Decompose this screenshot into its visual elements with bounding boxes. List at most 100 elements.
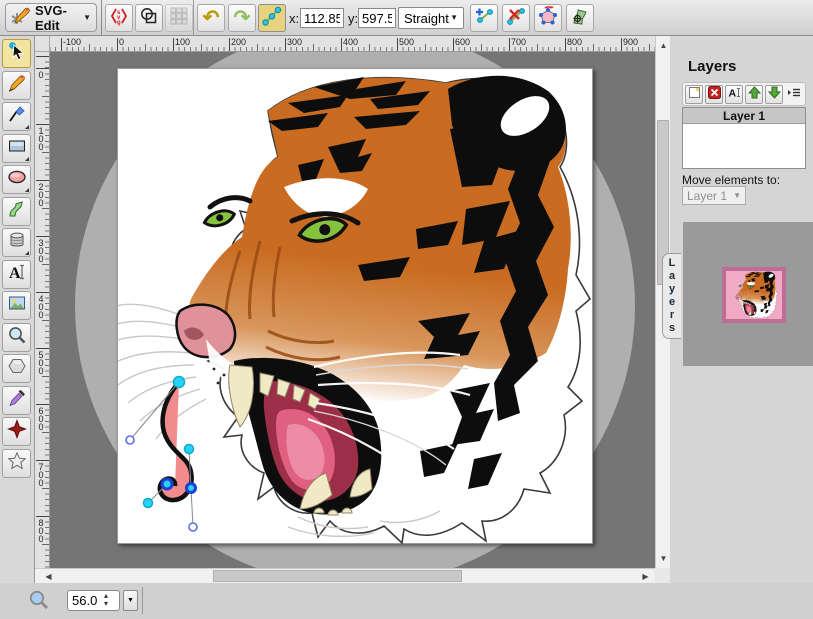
ruler-left-label: 300: [36, 238, 46, 262]
path-node[interactable]: [174, 377, 185, 388]
zoom-spinner[interactable]: ▴ ▾: [104, 592, 108, 608]
zoom-preset-dropdown[interactable]: ▼: [123, 590, 138, 611]
tool-polygon[interactable]: [2, 354, 31, 383]
control-handle[interactable]: [189, 523, 197, 531]
delete-layer-icon: [708, 86, 721, 102]
tool-image[interactable]: [2, 291, 31, 320]
move-elements-select[interactable]: Layer 1 ▼: [682, 186, 746, 205]
image-icon: [7, 293, 27, 318]
ruler-top-label: 900: [623, 37, 638, 47]
ruler-corner: [35, 36, 50, 52]
drawing-thumbnail[interactable]: [722, 267, 786, 323]
horizontal-scroll-thumb[interactable]: [213, 570, 462, 582]
scroll-down-arrow[interactable]: ▼: [656, 551, 671, 566]
path-node-selected[interactable]: [162, 479, 172, 489]
tool-star5[interactable]: [2, 449, 31, 478]
ruler-top-label: -100: [63, 37, 81, 47]
scroll-up-arrow[interactable]: ▲: [656, 38, 671, 53]
rename-layer-button[interactable]: A: [725, 85, 743, 104]
toolbar-separator: [193, 0, 194, 36]
layers-panel-tab[interactable]: Layers: [662, 253, 681, 339]
pencil-icon: [7, 73, 27, 98]
horizontal-scrollbar[interactable]: ◀ ▶: [35, 568, 655, 583]
tool-star4[interactable]: [2, 417, 31, 446]
ruler-top-label: 200: [231, 37, 246, 47]
ruler-top-label: 300: [287, 37, 302, 47]
tiger-drawing: [118, 69, 594, 545]
ruler-left-label: 100: [36, 126, 46, 150]
grid-button[interactable]: [165, 4, 193, 32]
move-layer-up-button[interactable]: [745, 85, 763, 104]
ruler-horizontal: -10001002003004005006007008009001000: [50, 36, 655, 52]
link-control-points-toggle[interactable]: [258, 4, 286, 32]
tool-text[interactable]: A: [2, 260, 31, 289]
move-layer-down-button[interactable]: [765, 85, 783, 104]
layer-more-options-button[interactable]: [785, 85, 803, 104]
tool-shape-library[interactable]: [2, 228, 31, 257]
tool-zoom[interactable]: [2, 323, 31, 352]
scroll-right-arrow[interactable]: ▶: [638, 569, 653, 584]
svg-text:g: g: [117, 20, 121, 26]
delete-node-button[interactable]: [502, 4, 530, 32]
ruler-top-label: 0: [119, 37, 124, 47]
layer-row-active[interactable]: Layer 1: [683, 108, 805, 124]
open-close-path-button[interactable]: [534, 4, 562, 32]
control-handle[interactable]: [126, 436, 134, 444]
tool-line[interactable]: [2, 102, 31, 131]
undo-icon: ↶: [203, 8, 220, 28]
tool-rect[interactable]: [2, 134, 31, 163]
y-coordinate-input[interactable]: [358, 8, 396, 28]
tool-eyedropper[interactable]: [2, 386, 31, 415]
ruler-left-label: 0: [36, 70, 46, 78]
ruler-top-label: 700: [511, 37, 526, 47]
svgedit-logo-icon: [11, 5, 31, 30]
ruler-left-label: 800: [36, 518, 46, 542]
control-handle[interactable]: [144, 499, 153, 508]
magnifier-icon: [7, 325, 27, 350]
path-edit-overlay: [126, 377, 197, 532]
star-icon: [7, 451, 27, 476]
path-node[interactable]: [185, 445, 194, 454]
redo-button[interactable]: ↷: [228, 4, 256, 32]
ruler-left-label: 600: [36, 406, 46, 430]
grid-icon: [169, 6, 189, 31]
layer-buttons-strip: A: [682, 82, 806, 106]
scroll-left-arrow[interactable]: ◀: [41, 569, 56, 584]
line-pen-icon: [7, 104, 27, 129]
svg-canvas[interactable]: [117, 68, 593, 544]
add-node-button[interactable]: [470, 4, 498, 32]
tool-select[interactable]: [2, 39, 31, 68]
ruler-top-label: 600: [455, 37, 470, 47]
x-coordinate-input[interactable]: [300, 8, 344, 28]
ellipse-icon: [7, 167, 27, 192]
tool-path[interactable]: [2, 197, 31, 226]
layers-panel-title: Layers: [688, 58, 736, 75]
undo-button[interactable]: ↶: [197, 4, 225, 32]
edit-source-button[interactable]: s v g: [105, 4, 133, 32]
y-coordinate-label: y:: [348, 11, 358, 26]
main-menu-label: SVG-Edit: [35, 3, 79, 33]
delete-node-icon: [506, 6, 526, 31]
zoom-level-input[interactable]: [67, 590, 120, 611]
workarea[interactable]: [50, 52, 655, 568]
text-tool-icon: A: [7, 262, 27, 287]
tool-pencil[interactable]: [2, 71, 31, 100]
path-node-selected[interactable]: [187, 484, 196, 493]
x-coordinate-label: x:: [289, 11, 299, 26]
spinner-down-icon[interactable]: ▾: [104, 600, 108, 608]
down-arrow-icon: [768, 86, 781, 102]
ruler-top-label: 500: [399, 37, 414, 47]
toolbar-separator: [101, 0, 102, 36]
bottombar-separator: [142, 587, 143, 614]
layers-tab-label: Layers: [666, 257, 678, 335]
move-elements-label: Move elements to:: [682, 173, 780, 187]
segment-type-value: Straight: [404, 11, 449, 26]
wireframe-mode-button[interactable]: [135, 4, 163, 32]
convert-to-path-button[interactable]: [566, 4, 594, 32]
new-layer-button[interactable]: [685, 85, 703, 104]
main-menu-button[interactable]: SVG-Edit ▼: [5, 3, 97, 32]
segment-type-select[interactable]: Straight ▼: [398, 7, 464, 29]
ruler-top-label: 100: [175, 37, 190, 47]
delete-layer-button[interactable]: [705, 85, 723, 104]
tool-ellipse[interactable]: [2, 165, 31, 194]
